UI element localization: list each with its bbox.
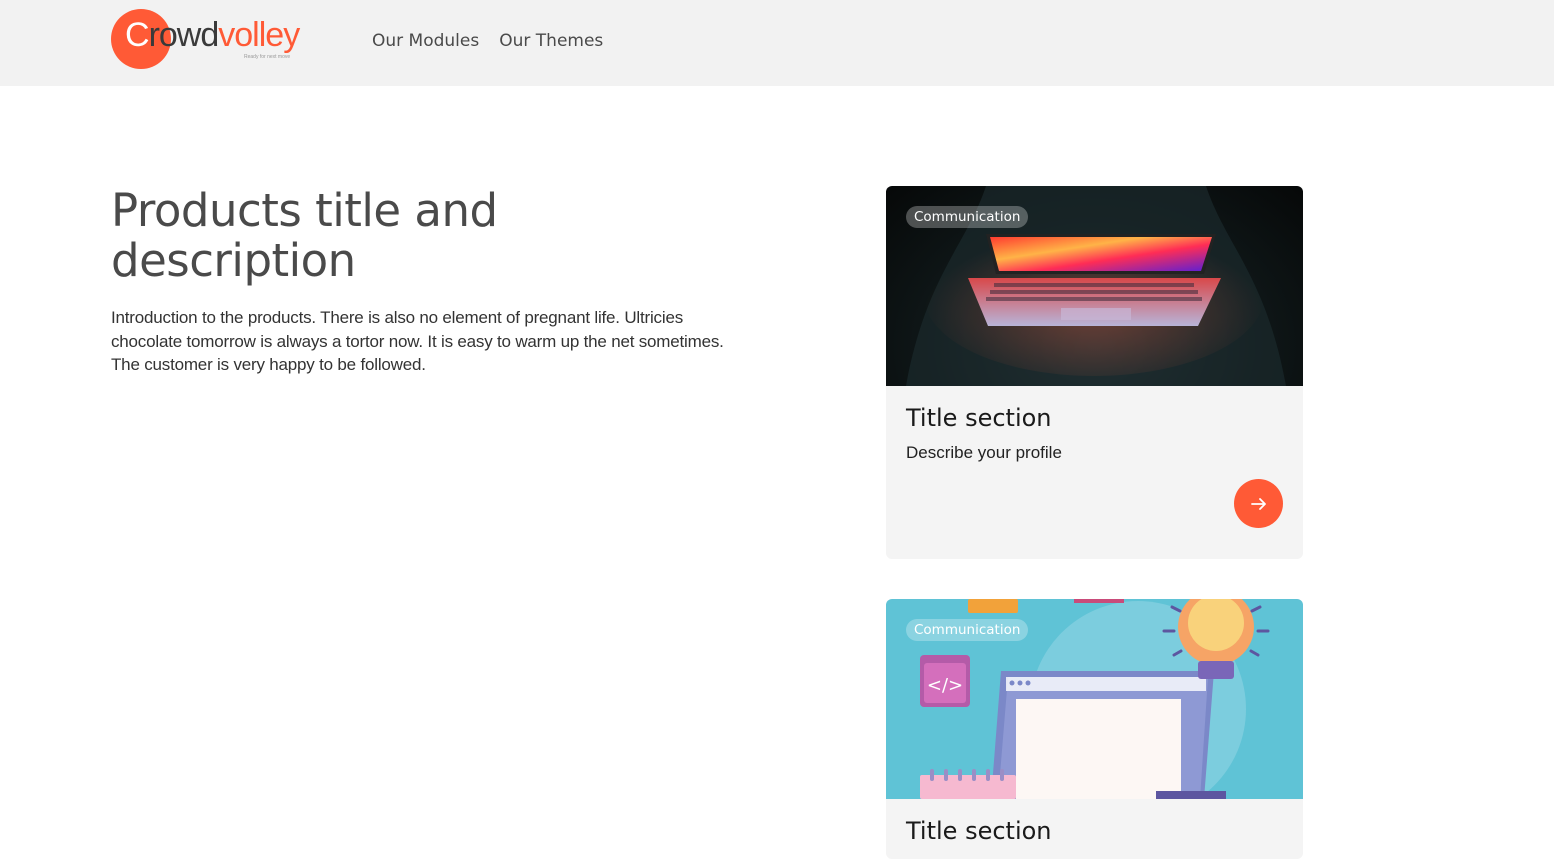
svg-text:</>: </> (927, 675, 963, 696)
nav-our-themes[interactable]: Our Themes (499, 31, 603, 51)
card-arrow-button[interactable] (1234, 479, 1283, 528)
card-image-coding: </> Communication (886, 599, 1303, 799)
card-image-laptop: Communication (886, 186, 1303, 386)
page-title: Products title and description (111, 184, 498, 287)
site-header: Crowdvolley Ready for next move Our Modu… (0, 0, 1554, 86)
card-title: Title section (906, 404, 1052, 432)
logo-wordmark: Crowdvolley (125, 16, 300, 54)
category-badge: Communication (906, 619, 1029, 641)
logo-tagline: Ready for next move (244, 54, 291, 60)
card-subtitle: Describe your profile (906, 443, 1062, 462)
main-nav: Our Modules Our Themes (372, 31, 603, 51)
card-title: Title section (906, 817, 1052, 845)
arrow-right-icon (1250, 497, 1266, 510)
crowdvolley-logo[interactable]: Crowdvolley Ready for next move (111, 9, 316, 71)
product-card[interactable]: Communication Title section Describe you… (886, 186, 1303, 559)
nav-our-modules[interactable]: Our Modules (372, 31, 479, 51)
page-description: Introduction to the products. There is a… (111, 308, 724, 374)
category-badge: Communication (906, 206, 1029, 228)
product-card[interactable]: </> Communication Title section (886, 599, 1303, 859)
